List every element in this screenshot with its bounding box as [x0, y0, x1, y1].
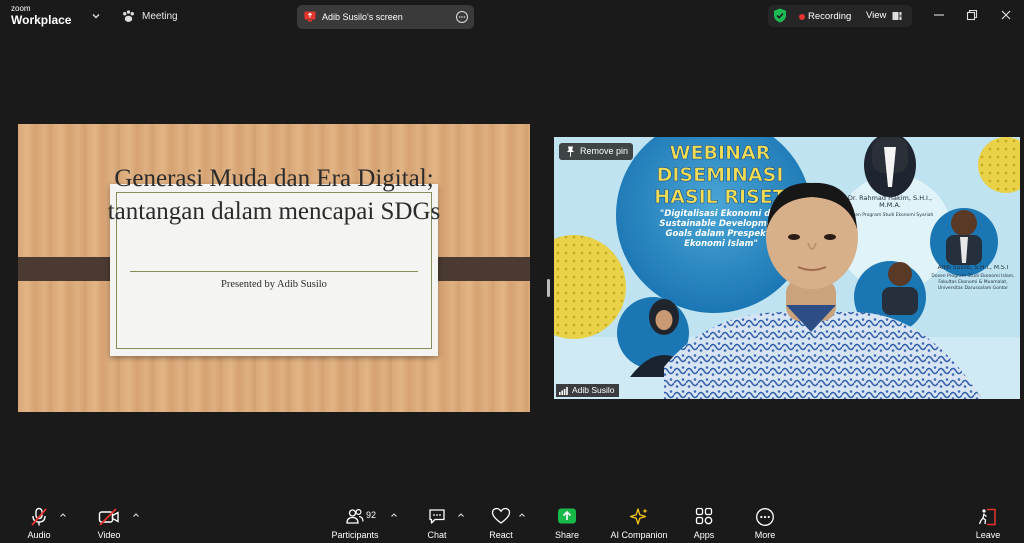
recording-view-group: Recording View: [768, 5, 912, 27]
video-options-caret-icon[interactable]: [132, 511, 140, 519]
remove-pin-button[interactable]: Remove pin: [559, 143, 633, 160]
minimize-icon[interactable]: [932, 8, 946, 22]
participants-options-caret-icon[interactable]: [390, 511, 398, 519]
ai-companion-button[interactable]: AI Companion: [606, 501, 672, 543]
more-dots-icon: [756, 508, 774, 526]
pin-icon: [567, 146, 574, 157]
video-button[interactable]: Video: [92, 501, 126, 543]
leave-door-icon: [978, 508, 996, 526]
shield-check-icon[interactable]: [773, 8, 787, 23]
ai-sparkle-icon: [629, 508, 648, 525]
banner-line-1: WEBINAR: [670, 142, 771, 164]
recording-dot-icon: [799, 14, 805, 20]
chat-icon: [429, 509, 445, 524]
slide-presenter: Presented by Adib Susilo: [221, 279, 327, 290]
screen-share-label: Adib Susilo's screen: [322, 12, 403, 22]
apps-button[interactable]: Apps: [687, 501, 721, 543]
react-options-caret-icon[interactable]: [518, 511, 526, 519]
apps-grid-icon: [695, 507, 713, 525]
meeting-menu[interactable]: Meeting: [142, 11, 178, 22]
slide-title: Generasi Muda dan Era Digital; tantangan…: [107, 165, 441, 225]
speaker1-name: Dr. Rahmad Hakim, S.H.I., M.M.A.: [847, 195, 933, 209]
participant-name-tag: Adib Susilo: [556, 384, 619, 397]
participants-count: 92: [366, 510, 377, 520]
shared-slide: Generasi Muda dan Era Digital; tantangan…: [18, 124, 530, 412]
leave-button[interactable]: Leave: [971, 501, 1005, 543]
logo-workplace-text: Workplace: [11, 13, 72, 27]
more-button[interactable]: More: [748, 501, 782, 543]
slide-band-right: [426, 257, 530, 281]
share-button[interactable]: Share: [550, 501, 584, 543]
speaker2-role: Dosen Program Studi Ekonomi Islam, Fakul…: [931, 274, 1015, 291]
video-feed: WEBINAR DISEMINASI HASIL RISET "Digitali…: [554, 137, 1020, 399]
speaker2-name: Adib Susilo, S.H.I., M.S.I: [937, 265, 1009, 271]
audio-button[interactable]: Audio: [22, 501, 56, 543]
panel-resize-handle[interactable]: [547, 279, 550, 297]
banner-line-3: HASIL RISET: [654, 186, 785, 208]
signal-strength-icon: [559, 387, 568, 395]
slide-card-rule: [130, 271, 418, 272]
participants-button[interactable]: Participants: [330, 501, 380, 543]
slide-band-left: [18, 257, 122, 281]
leave-label: Leave: [975, 530, 1001, 540]
remove-pin-label: Remove pin: [580, 146, 629, 156]
video-camera-off-icon: [98, 508, 119, 526]
view-layout-icon[interactable]: [892, 11, 902, 21]
more-label: More: [754, 530, 776, 540]
view-menu[interactable]: View: [866, 10, 886, 21]
react-button[interactable]: React: [483, 501, 519, 543]
participants-label: Participants: [331, 530, 379, 540]
screen-share-icon: [304, 11, 316, 22]
ai-companion-label: AI Companion: [610, 530, 668, 540]
share-label: Share: [554, 530, 580, 540]
restore-icon[interactable]: [965, 8, 979, 22]
recording-indicator[interactable]: Recording: [808, 11, 851, 22]
heart-react-icon: [491, 507, 511, 524]
chevron-down-icon[interactable]: [90, 10, 102, 22]
pinned-video-tile[interactable]: WEBINAR DISEMINASI HASIL RISET "Digitali…: [554, 137, 1020, 399]
title-bar: zoom Workplace Meeting Adib Susilo's scr…: [0, 0, 1024, 33]
participant-name: Adib Susilo: [572, 385, 615, 395]
screen-share-pill[interactable]: Adib Susilo's screen: [297, 5, 474, 29]
zoom-logo: zoom Workplace: [11, 4, 71, 27]
video-label: Video: [97, 530, 121, 540]
chat-label: Chat: [427, 530, 447, 540]
share-screen-icon: [558, 508, 576, 524]
close-icon[interactable]: [999, 8, 1013, 22]
more-options-icon[interactable]: [455, 10, 469, 24]
apps-label: Apps: [693, 530, 715, 540]
audio-label: Audio: [27, 530, 51, 540]
chat-button[interactable]: Chat: [420, 501, 454, 543]
audio-options-caret-icon[interactable]: [59, 511, 67, 519]
meeting-paw-icon[interactable]: [121, 9, 136, 24]
participants-icon: [346, 508, 364, 524]
meeting-toolbar: Audio Video Participants 92 Chat React S…: [0, 501, 1024, 543]
react-label: React: [489, 530, 513, 540]
chat-options-caret-icon[interactable]: [457, 511, 465, 519]
banner-line-2: DISEMINASI: [657, 164, 784, 186]
microphone-muted-icon: [31, 507, 47, 526]
